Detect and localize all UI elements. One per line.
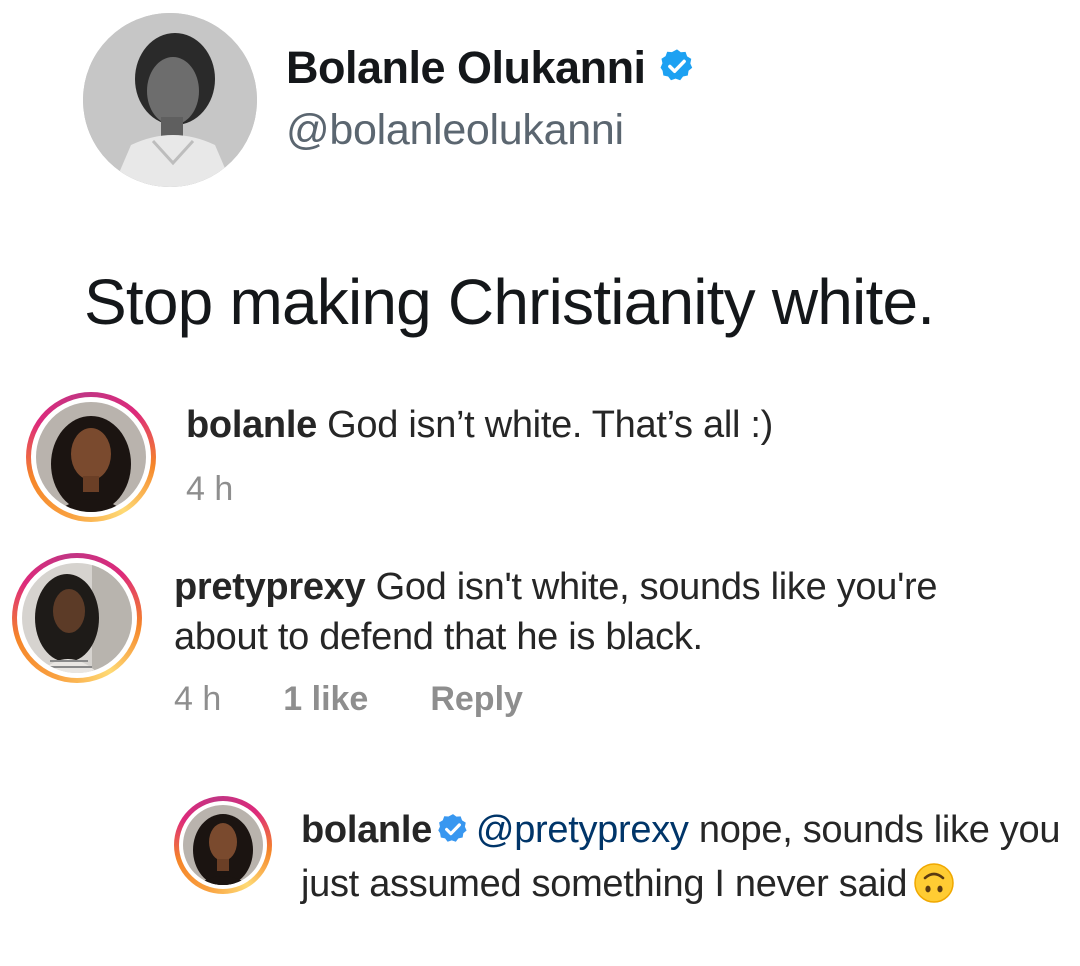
comment-3-mention-link[interactable]: @pretyprexy	[476, 809, 689, 851]
comment-2-meta: 4 h 1 like Reply	[174, 680, 523, 719]
tweet-body-text: Stop making Christianity white.	[84, 266, 935, 338]
comment-2: pretyprexy God isn't white, sounds like …	[174, 562, 1034, 662]
comment-1-meta: 4 h	[186, 470, 233, 509]
verified-badge-icon	[436, 809, 470, 859]
comment-3: bolanle @pretyprexy nope, sounds like yo…	[301, 805, 1061, 917]
comment-2-time: 4 h	[174, 680, 222, 718]
comment-2-likes-link[interactable]: 1 like	[283, 680, 368, 719]
comment-3-username[interactable]: bolanle	[301, 809, 432, 851]
verified-badge-icon	[658, 47, 696, 90]
comment-avatar-bolanle[interactable]	[26, 392, 156, 522]
tweet-author-handle[interactable]: @bolanleolukanni	[286, 106, 624, 155]
comment-1-time: 4 h	[186, 470, 234, 508]
reply-avatar-bolanle[interactable]	[174, 796, 272, 894]
comment-2-username[interactable]: pretyprexy	[174, 566, 366, 608]
upside-down-face-icon	[913, 862, 955, 917]
comment-2-reply-button[interactable]: Reply	[430, 680, 523, 719]
comment-1-text: God isn’t white. That’s all :)	[316, 404, 773, 446]
comment-avatar-pretyprexy[interactable]	[12, 553, 142, 683]
tweet-author-avatar[interactable]	[83, 13, 257, 187]
comment-1-username[interactable]: bolanle	[186, 404, 317, 446]
comment-1: bolanle God isn’t white. That’s all :)	[186, 400, 1046, 450]
tweet-author-name[interactable]: Bolanle Olukanni	[286, 42, 646, 94]
